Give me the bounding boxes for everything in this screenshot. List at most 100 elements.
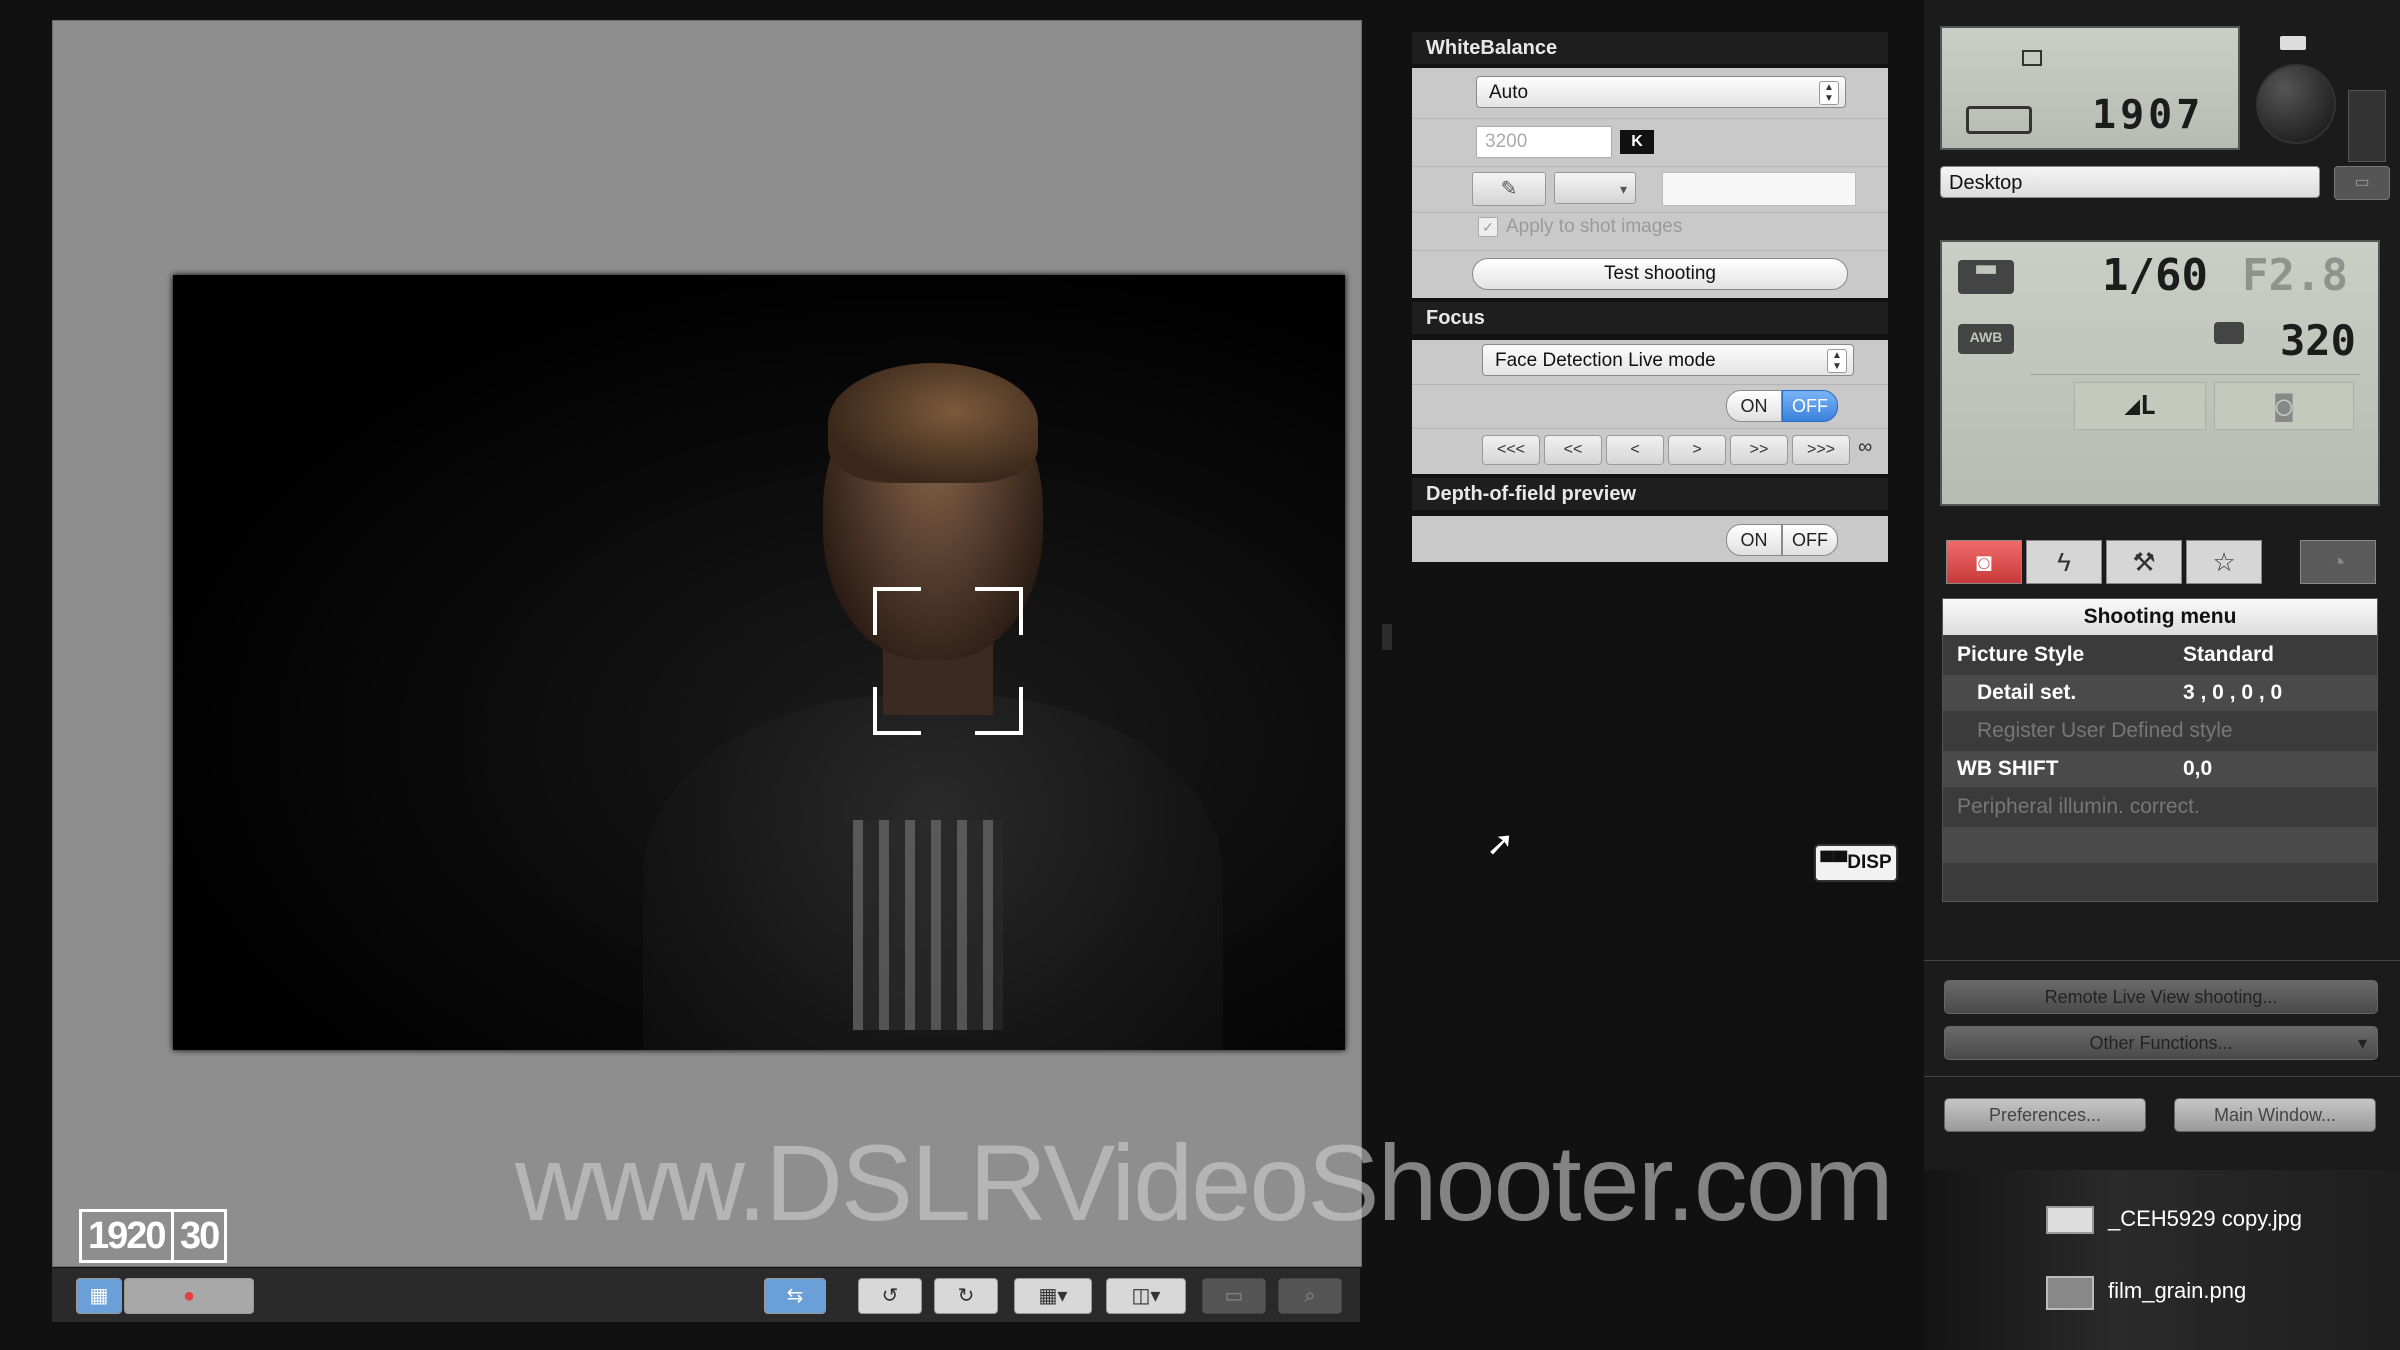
focus-mode-select[interactable]: Face Detection Live mode ▲ ▼ <box>1482 344 1854 376</box>
splitter-handle[interactable] <box>1382 624 1392 650</box>
movie-camera-icon: ▀▀ <box>1820 852 1848 873</box>
shots-remaining: 1907 <box>2092 92 2205 138</box>
shutter-speed[interactable]: 1/60 <box>2102 250 2208 301</box>
folder-icon[interactable]: ▭ <box>2334 166 2390 200</box>
shirt-graphic <box>853 820 1003 1030</box>
checkbox-icon: ✓ <box>1478 217 1498 237</box>
timer-tab-icon[interactable]: ◔ <box>2300 540 2376 584</box>
focus-step-far-small[interactable]: > <box>1668 435 1726 465</box>
desktop-file-jpg[interactable]: _CEH5929 copy.jpg <box>2108 1206 2302 1232</box>
af-corner <box>975 687 1023 735</box>
face-detection-af-frame[interactable] <box>873 587 1023 735</box>
awb-icon[interactable]: AWB <box>1958 324 2014 354</box>
movie-resolution-badge: 1920 <box>79 1209 174 1263</box>
live-view-image[interactable] <box>173 275 1345 1050</box>
grid-overlay-icon[interactable]: ▦▾ <box>1014 1278 1092 1314</box>
jpg-file-icon[interactable] <box>2046 1206 2094 1234</box>
click-wb-dropdown[interactable]: ▾ <box>1554 172 1636 204</box>
menu-row-label: Register User Defined style <box>1977 719 2233 742</box>
power-switch-icon[interactable] <box>2280 36 2306 50</box>
rotate-right-icon[interactable]: ↻ <box>934 1278 998 1314</box>
remote-live-view-button[interactable]: Remote Live View shooting... <box>1944 980 2378 1014</box>
camera-icon[interactable]: ◙ <box>2214 382 2354 430</box>
menu-row-detail-set[interactable]: Detail set. 3 , 0 , 0 , 0 <box>1943 675 2377 711</box>
menu-row-empty <box>1943 827 2377 863</box>
dof-preview-header: Depth-of-field preview <box>1412 478 1888 510</box>
lock-switch-icon[interactable] <box>2348 90 2386 162</box>
flash-tab-icon[interactable]: ϟ <box>2026 540 2102 584</box>
mode-dial-icon[interactable] <box>2256 64 2336 144</box>
focus-mode-value: Face Detection Live mode <box>1495 350 1716 371</box>
focus-step-near-small[interactable]: < <box>1606 435 1664 465</box>
apply-to-shot-label: Apply to shot images <box>1506 216 1683 237</box>
select-arrows-icon: ▲ ▼ <box>1827 349 1847 373</box>
screen-capture-icon: ▭ <box>1202 1278 1266 1314</box>
focus-step-near-medium[interactable]: << <box>1544 435 1602 465</box>
live-view-mode-icon[interactable]: ▦ <box>76 1278 122 1314</box>
preferences-button[interactable]: Preferences... <box>1944 1098 2146 1132</box>
focus-step-buttons: <<< << < > >> >>> ∞ <box>1412 428 1888 474</box>
iso-icon <box>2214 322 2244 344</box>
focus-header: Focus <box>1412 302 1888 334</box>
png-file-icon[interactable] <box>2046 1276 2094 1310</box>
dof-on-button[interactable]: ON <box>1726 524 1782 556</box>
my-menu-tab-star-icon[interactable]: ☆ <box>2186 540 2262 584</box>
white-balance-header: WhiteBalance <box>1412 32 1888 64</box>
menu-row-label: Picture Style <box>1957 643 2085 666</box>
display-info-label: DISP <box>1847 852 1892 873</box>
card-icon <box>2022 50 2042 66</box>
save-destination-field[interactable]: Desktop <box>1940 166 2320 198</box>
main-window-button[interactable]: Main Window... <box>2174 1098 2376 1132</box>
other-functions-label: Other Functions... <box>2089 1033 2233 1053</box>
other-functions-button[interactable]: Other Functions... ▾ <box>1944 1026 2378 1060</box>
focus-step-far-medium[interactable]: >> <box>1730 435 1788 465</box>
lcd-divider <box>2030 374 2360 375</box>
desktop-background <box>1924 1170 2400 1350</box>
focus-off-button[interactable]: OFF <box>1782 390 1838 422</box>
kelvin-input[interactable]: 3200 <box>1476 126 1612 158</box>
white-balance-select[interactable]: Auto ▲ ▼ <box>1476 76 1846 108</box>
menu-row-peripheral-illumination: Peripheral illumin. correct. <box>1943 789 2377 825</box>
shooting-menu-panel: Shooting menu Picture Style Standard Det… <box>1942 598 2378 902</box>
focus-on-button[interactable]: ON <box>1726 390 1782 422</box>
focus-step-far-large[interactable]: >>> <box>1792 435 1850 465</box>
live-view-window: 1920 30 <box>52 20 1362 1267</box>
frame-rate-badge: 30 <box>171 1209 228 1263</box>
row-separator <box>1412 250 1888 251</box>
exposure-lcd: ▀▀ 1/60 F2.8 AWB 320 ◢L ◙ <box>1940 240 2380 506</box>
af-corner <box>873 587 921 635</box>
aperture[interactable]: F2.8 <box>2242 250 2348 301</box>
desktop-file-png[interactable]: film_grain.png <box>2108 1278 2246 1304</box>
test-shooting-button[interactable]: Test shooting <box>1472 258 1848 290</box>
display-info-button[interactable]: ▀▀DISP <box>1814 844 1898 882</box>
row-separator <box>1412 384 1888 385</box>
menu-row-label: Detail set. <box>1977 681 2077 704</box>
rotate-left-icon[interactable]: ↺ <box>858 1278 922 1314</box>
row-separator <box>1412 212 1888 213</box>
menu-row-label: WB SHIFT <box>1957 757 2059 780</box>
shooting-menu-title: Shooting menu <box>1943 599 2377 635</box>
menu-row-register-user-style: Register User Defined style <box>1943 713 2377 749</box>
settings-tab-icon[interactable]: ⚒ <box>2106 540 2182 584</box>
kelvin-unit-label: K <box>1620 130 1654 154</box>
menu-row-picture-style[interactable]: Picture Style Standard <box>1943 637 2377 673</box>
live-view-toolbar: ▦ ● ⇆ ↺ ↻ ▦▾ ◫▾ ▭ ⌕ <box>52 1268 1360 1322</box>
watermark: www.DSLRVideoShooter.com <box>515 1122 1894 1243</box>
eyedropper-icon[interactable]: ✎ <box>1472 172 1546 206</box>
white-balance-panel: Auto ▲ ▼ 3200 K ✎ ▾ ✓ Apply to shot images… <box>1412 68 1888 298</box>
af-corner <box>975 587 1023 635</box>
shooting-menu-tab-camera-icon[interactable]: ◙ <box>1946 540 2022 584</box>
focus-panel: Face Detection Live mode ▲ ▼ ON OFF <<< <… <box>1412 340 1888 474</box>
battery-icon <box>1966 106 2032 134</box>
dof-preview-panel: ON OFF <box>1412 516 1888 562</box>
dof-off-button[interactable]: OFF <box>1782 524 1838 556</box>
iso-value[interactable]: 320 <box>2280 316 2356 365</box>
image-quality-icon[interactable]: ◢L <box>2074 382 2206 430</box>
menu-row-label: Peripheral illumin. correct. <box>1957 795 2200 818</box>
row-separator <box>1412 118 1888 119</box>
menu-row-wb-shift[interactable]: WB SHIFT 0,0 <box>1943 751 2377 787</box>
white-balance-click-icon[interactable]: ⇆ <box>764 1278 826 1314</box>
focus-step-near-large[interactable]: <<< <box>1482 435 1540 465</box>
record-button[interactable]: ● <box>124 1278 254 1314</box>
aspect-ratio-icon[interactable]: ◫▾ <box>1106 1278 1186 1314</box>
